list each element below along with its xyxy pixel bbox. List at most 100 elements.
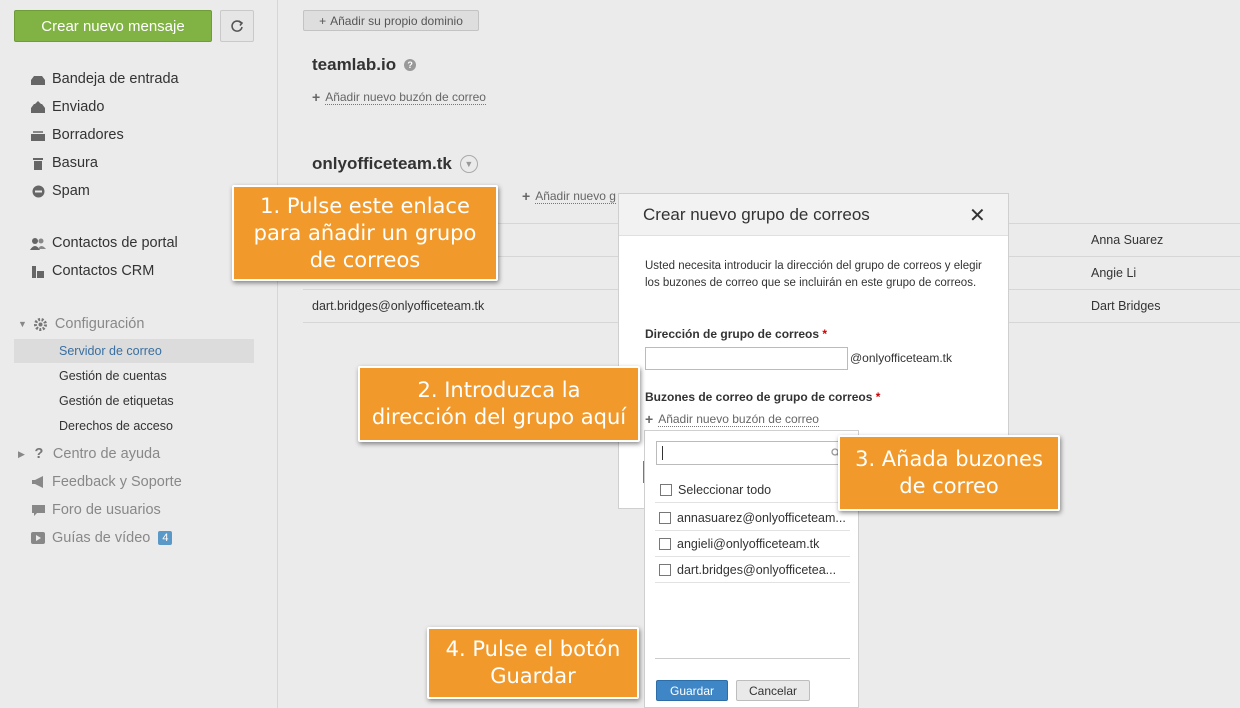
help-label: Centro de ayuda <box>52 446 161 462</box>
dropdown-divider <box>655 658 850 659</box>
folder-label: Bandeja de entrada <box>52 71 179 87</box>
folder-label: Basura <box>52 155 98 171</box>
video-icon <box>30 531 46 545</box>
plus-icon: + <box>522 188 531 204</box>
domain-name: teamlab.io <box>312 55 397 74</box>
required-mark: * <box>875 390 881 404</box>
add-domain-label: Añadir su propio dominio <box>330 13 463 28</box>
crm-icon <box>30 264 46 278</box>
folder-inbox[interactable]: Bandeja de entrada <box>30 68 179 90</box>
save-button[interactable]: Guardar <box>656 680 728 701</box>
callout-step-3: 3. Añada buzones de correo <box>838 435 1060 511</box>
dialog-title: Crear nuevo grupo de correos <box>643 205 870 224</box>
domain-teamlab: teamlab.io ? <box>312 55 417 75</box>
dialog-description: Usted necesita introducir la dirección d… <box>645 260 982 289</box>
address-label-text: Dirección de grupo de correos <box>645 327 820 341</box>
plus-icon: + <box>645 411 654 427</box>
gear-icon <box>33 317 49 331</box>
help-label: Feedback y Soporte <box>52 474 182 490</box>
video-guides[interactable]: Guías de vídeo 4 <box>30 527 173 549</box>
mailbox-owner-name: Angie Li <box>1091 266 1137 280</box>
add-mailbox-link-teamlab[interactable]: + Añadir nuevo buzón de correo <box>312 89 486 105</box>
megaphone-icon <box>30 475 46 489</box>
refresh-button[interactable] <box>220 10 254 42</box>
mailbox-search-input[interactable] <box>656 441 844 465</box>
add-domain-button[interactable]: + Añadir su propio dominio <box>303 10 479 31</box>
group-address-input[interactable] <box>645 347 848 370</box>
mailbox-selector-dropdown: Seleccionar todo annasuarez@onlyofficete… <box>644 430 859 708</box>
mailboxes-label-text: Buzones de correo de grupo de correos <box>645 390 873 404</box>
address-label: Dirección de grupo de correos * <box>645 327 827 341</box>
inbox-icon <box>30 72 46 86</box>
chevron-down-icon: ▼ <box>18 319 27 329</box>
add-mailbox-label: Añadir nuevo buzón de correo <box>325 89 486 105</box>
checkbox[interactable] <box>659 537 671 550</box>
user-forum[interactable]: Foro de usuarios <box>30 499 161 521</box>
add-mail-group-link[interactable]: + Añadir nuevo g <box>522 188 616 204</box>
contacts-label: Contactos de portal <box>52 235 178 251</box>
domain-onlyoffice: onlyofficeteam.tk ▼ <box>312 154 478 174</box>
close-icon[interactable]: ✕ <box>969 203 986 228</box>
option-label: angieli@onlyofficeteam.tk <box>677 536 820 551</box>
select-all-option[interactable]: Seleccionar todo <box>655 477 850 503</box>
contacts-label: Contactos CRM <box>52 263 155 279</box>
drafts-icon <box>30 128 46 142</box>
help-label: Foro de usuarios <box>52 502 161 518</box>
plus-icon: + <box>319 13 327 28</box>
spam-icon <box>30 184 46 198</box>
required-mark: * <box>822 327 828 341</box>
video-count-badge: 4 <box>158 531 173 545</box>
settings-section[interactable]: ▼ Configuración <box>18 313 144 335</box>
folder-spam[interactable]: Spam <box>30 180 90 202</box>
callout-step-4: 4. Pulse el botón Guardar <box>427 627 639 699</box>
mailbox-owner-name: Anna Suarez <box>1091 233 1164 247</box>
contacts-portal[interactable]: Contactos de portal <box>30 232 178 254</box>
settings-item-tags[interactable]: Gestión de etiquetas <box>59 391 174 411</box>
mailbox-option[interactable]: annasuarez@onlyofficeteam... <box>655 505 850 531</box>
option-label: dart.bridges@onlyofficetea... <box>677 562 837 577</box>
help-icon: ? <box>34 446 44 462</box>
trash-icon <box>30 156 46 170</box>
people-icon <box>30 236 46 250</box>
sent-icon <box>30 100 46 114</box>
mailbox-owner-name: Dart Bridges <box>1091 299 1161 313</box>
add-mailbox-to-group-link[interactable]: + Añadir nuevo buzón de correo <box>645 411 819 427</box>
folder-sent[interactable]: Enviado <box>30 96 104 118</box>
folder-trash[interactable]: Basura <box>30 152 98 174</box>
mailbox-option[interactable]: angieli@onlyofficeteam.tk <box>655 531 850 557</box>
forum-icon <box>30 503 46 517</box>
plus-icon: + <box>312 89 321 105</box>
add-group-label: Añadir nuevo g <box>535 188 616 204</box>
cancel-button[interactable]: Cancelar <box>736 680 810 701</box>
settings-item-mail-server[interactable]: Servidor de correo <box>59 341 162 361</box>
chevron-down-circle-icon[interactable]: ▼ <box>459 155 478 173</box>
checkbox[interactable] <box>659 511 671 524</box>
settings-item-accounts[interactable]: Gestión de cuentas <box>59 366 167 386</box>
callout-step-2: 2. Introduzca la dirección del grupo aqu… <box>358 366 640 442</box>
checkbox[interactable] <box>660 483 672 496</box>
refresh-icon <box>231 20 244 32</box>
option-label: Seleccionar todo <box>678 482 772 497</box>
add-mailbox-label: Añadir nuevo buzón de correo <box>658 411 819 427</box>
help-center[interactable]: ▶ ? Centro de ayuda <box>18 443 160 465</box>
sidebar: Crear nuevo mensaje Bandeja de entrada E… <box>0 0 278 708</box>
mailboxes-label: Buzones de correo de grupo de correos * <box>645 390 880 404</box>
domain-suffix: @onlyofficeteam.tk <box>850 351 953 365</box>
callout-step-1: 1. Pulse este enlace para añadir un grup… <box>232 185 498 281</box>
folder-label: Spam <box>52 183 90 199</box>
settings-item-access-rights[interactable]: Derechos de acceso <box>59 416 173 436</box>
option-label: annasuarez@onlyofficeteam... <box>677 510 846 525</box>
feedback-support[interactable]: Feedback y Soporte <box>30 471 182 493</box>
checkbox[interactable] <box>659 563 671 576</box>
folder-label: Enviado <box>52 99 105 115</box>
new-message-button[interactable]: Crear nuevo mensaje <box>14 10 212 42</box>
folder-label: Borradores <box>52 127 124 143</box>
question-icon[interactable]: ? <box>404 59 417 71</box>
contacts-crm[interactable]: Contactos CRM <box>30 260 154 282</box>
mailbox-email: dart.bridges@onlyofficeteam.tk <box>312 299 485 313</box>
folder-drafts[interactable]: Borradores <box>30 124 124 146</box>
help-label: Guías de vídeo <box>52 530 151 546</box>
mailbox-option[interactable]: dart.bridges@onlyofficetea... <box>655 557 850 583</box>
text-cursor <box>662 446 663 460</box>
settings-label: Configuración <box>54 316 145 332</box>
